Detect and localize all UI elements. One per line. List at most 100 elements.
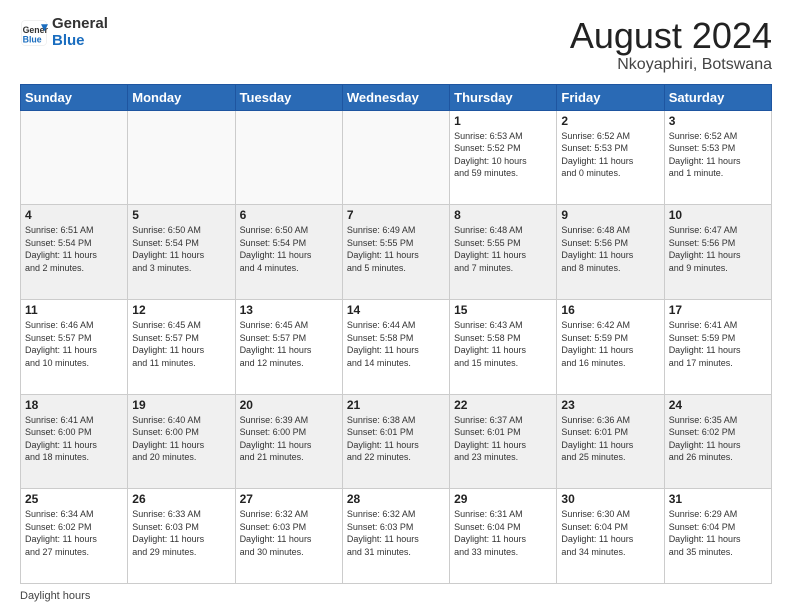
day-info: Sunrise: 6:37 AM Sunset: 6:01 PM Dayligh…: [454, 414, 552, 464]
day-info: Sunrise: 6:39 AM Sunset: 6:00 PM Dayligh…: [240, 414, 338, 464]
calendar-cell: 9 Sunrise: 6:48 AM Sunset: 5:56 PM Daylig…: [557, 205, 664, 300]
day-info: Sunrise: 6:51 AM Sunset: 5:54 PM Dayligh…: [25, 224, 123, 274]
calendar-cell: 5 Sunrise: 6:50 AM Sunset: 5:54 PM Daylig…: [128, 205, 235, 300]
calendar-cell: [342, 110, 449, 205]
day-number: 2: [561, 114, 659, 128]
day-number: 3: [669, 114, 767, 128]
logo-blue: Blue: [52, 33, 108, 50]
day-info: Sunrise: 6:52 AM Sunset: 5:53 PM Dayligh…: [561, 130, 659, 180]
subtitle: Nkoyaphiri, Botswana: [570, 56, 772, 74]
day-number: 15: [454, 303, 552, 317]
day-info: Sunrise: 6:41 AM Sunset: 5:59 PM Dayligh…: [669, 319, 767, 369]
calendar-cell: 28Sunrise: 6:32 AM Sunset: 6:03 PM Dayli…: [342, 489, 449, 584]
calendar-cell: 23Sunrise: 6:36 AM Sunset: 6:01 PM Dayli…: [557, 394, 664, 489]
day-number: 11: [25, 303, 123, 317]
day-info: Sunrise: 6:45 AM Sunset: 5:57 PM Dayligh…: [240, 319, 338, 369]
weekday-header-friday: Friday: [557, 84, 664, 110]
day-info: Sunrise: 6:29 AM Sunset: 6:04 PM Dayligh…: [669, 508, 767, 558]
calendar-cell: 1 Sunrise: 6:53 AM Sunset: 5:52 PM Daylig…: [450, 110, 557, 205]
calendar-cell: 15Sunrise: 6:43 AM Sunset: 5:58 PM Dayli…: [450, 299, 557, 394]
day-info: Sunrise: 6:41 AM Sunset: 6:00 PM Dayligh…: [25, 414, 123, 464]
calendar-cell: 10 Sunrise: 6:47 AM Sunset: 5:56 PM Dayli…: [664, 205, 771, 300]
day-number: 25: [25, 492, 123, 506]
calendar-cell: 29 Sunrise: 6:31 AM Sunset: 6:04 PM Dayli…: [450, 489, 557, 584]
calendar-cell: 27 Sunrise: 6:32 AM Sunset: 6:03 PM Dayli…: [235, 489, 342, 584]
main-title: August 2024: [570, 16, 772, 56]
day-info: Sunrise: 6:50 AM Sunset: 5:54 PM Dayligh…: [132, 224, 230, 274]
day-number: 9: [561, 208, 659, 222]
weekday-header-sunday: Sunday: [21, 84, 128, 110]
day-info: Sunrise: 6:35 AM Sunset: 6:02 PM Dayligh…: [669, 414, 767, 464]
day-info: Sunrise: 6:47 AM Sunset: 5:56 PM Dayligh…: [669, 224, 767, 274]
day-number: 19: [132, 398, 230, 412]
logo: General Blue General Blue: [20, 16, 108, 49]
calendar-cell: 22 Sunrise: 6:37 AM Sunset: 6:01 PM Dayli…: [450, 394, 557, 489]
day-number: 8: [454, 208, 552, 222]
day-info: Sunrise: 6:45 AM Sunset: 5:57 PM Dayligh…: [132, 319, 230, 369]
day-number: 31: [669, 492, 767, 506]
day-number: 16: [561, 303, 659, 317]
day-number: 4: [25, 208, 123, 222]
day-info: Sunrise: 6:50 AM Sunset: 5:54 PM Dayligh…: [240, 224, 338, 274]
day-number: 29: [454, 492, 552, 506]
day-info: Sunrise: 6:33 AM Sunset: 6:03 PM Dayligh…: [132, 508, 230, 558]
day-info: Sunrise: 6:42 AM Sunset: 5:59 PM Dayligh…: [561, 319, 659, 369]
day-info: Sunrise: 6:32 AM Sunset: 6:03 PM Dayligh…: [347, 508, 445, 558]
calendar-cell: 16 Sunrise: 6:42 AM Sunset: 5:59 PM Dayli…: [557, 299, 664, 394]
day-number: 7: [347, 208, 445, 222]
calendar-week-4: 18 Sunrise: 6:41 AM Sunset: 6:00 PM Dayli…: [21, 394, 772, 489]
day-info: Sunrise: 6:48 AM Sunset: 5:55 PM Dayligh…: [454, 224, 552, 274]
day-number: 6: [240, 208, 338, 222]
svg-text:Blue: Blue: [23, 34, 42, 44]
weekday-header-saturday: Saturday: [664, 84, 771, 110]
day-number: 27: [240, 492, 338, 506]
day-number: 10: [669, 208, 767, 222]
day-number: 22: [454, 398, 552, 412]
day-number: 20: [240, 398, 338, 412]
logo-icon: General Blue: [20, 19, 48, 47]
day-info: Sunrise: 6:32 AM Sunset: 6:03 PM Dayligh…: [240, 508, 338, 558]
day-number: 5: [132, 208, 230, 222]
footer: Daylight hours: [20, 590, 772, 602]
calendar-table: SundayMondayTuesdayWednesdayThursdayFrid…: [20, 84, 772, 584]
day-number: 24: [669, 398, 767, 412]
weekday-header-tuesday: Tuesday: [235, 84, 342, 110]
calendar-cell: 18 Sunrise: 6:41 AM Sunset: 6:00 PM Dayli…: [21, 394, 128, 489]
calendar-week-2: 4 Sunrise: 6:51 AM Sunset: 5:54 PM Daylig…: [21, 205, 772, 300]
calendar-week-3: 11Sunrise: 6:46 AM Sunset: 5:57 PM Dayli…: [21, 299, 772, 394]
calendar-cell: 8 Sunrise: 6:48 AM Sunset: 5:55 PM Daylig…: [450, 205, 557, 300]
day-info: Sunrise: 6:40 AM Sunset: 6:00 PM Dayligh…: [132, 414, 230, 464]
day-number: 17: [669, 303, 767, 317]
calendar-cell: 31 Sunrise: 6:29 AM Sunset: 6:04 PM Dayli…: [664, 489, 771, 584]
calendar-cell: 25 Sunrise: 6:34 AM Sunset: 6:02 PM Dayli…: [21, 489, 128, 584]
calendar-week-1: 1 Sunrise: 6:53 AM Sunset: 5:52 PM Daylig…: [21, 110, 772, 205]
day-info: Sunrise: 6:49 AM Sunset: 5:55 PM Dayligh…: [347, 224, 445, 274]
calendar-cell: [21, 110, 128, 205]
calendar-cell: 14Sunrise: 6:44 AM Sunset: 5:58 PM Dayli…: [342, 299, 449, 394]
calendar-cell: 11Sunrise: 6:46 AM Sunset: 5:57 PM Dayli…: [21, 299, 128, 394]
day-number: 18: [25, 398, 123, 412]
calendar-cell: 13Sunrise: 6:45 AM Sunset: 5:57 PM Dayli…: [235, 299, 342, 394]
page: General Blue General Blue August 2024 Nk…: [0, 0, 792, 612]
calendar-cell: 21Sunrise: 6:38 AM Sunset: 6:01 PM Dayli…: [342, 394, 449, 489]
day-info: Sunrise: 6:48 AM Sunset: 5:56 PM Dayligh…: [561, 224, 659, 274]
calendar-cell: 20 Sunrise: 6:39 AM Sunset: 6:00 PM Dayli…: [235, 394, 342, 489]
day-info: Sunrise: 6:36 AM Sunset: 6:01 PM Dayligh…: [561, 414, 659, 464]
day-number: 1: [454, 114, 552, 128]
calendar-cell: 7 Sunrise: 6:49 AM Sunset: 5:55 PM Daylig…: [342, 205, 449, 300]
day-number: 30: [561, 492, 659, 506]
calendar-cell: 3Sunrise: 6:52 AM Sunset: 5:53 PM Daylig…: [664, 110, 771, 205]
calendar-week-5: 25 Sunrise: 6:34 AM Sunset: 6:02 PM Dayli…: [21, 489, 772, 584]
day-info: Sunrise: 6:31 AM Sunset: 6:04 PM Dayligh…: [454, 508, 552, 558]
weekday-header-wednesday: Wednesday: [342, 84, 449, 110]
calendar-cell: 4 Sunrise: 6:51 AM Sunset: 5:54 PM Daylig…: [21, 205, 128, 300]
calendar-cell: [235, 110, 342, 205]
day-info: Sunrise: 6:53 AM Sunset: 5:52 PM Dayligh…: [454, 130, 552, 180]
day-number: 14: [347, 303, 445, 317]
logo-general: General: [52, 16, 108, 33]
day-info: Sunrise: 6:34 AM Sunset: 6:02 PM Dayligh…: [25, 508, 123, 558]
calendar-cell: 19 Sunrise: 6:40 AM Sunset: 6:00 PM Dayli…: [128, 394, 235, 489]
calendar-cell: 2 Sunrise: 6:52 AM Sunset: 5:53 PM Daylig…: [557, 110, 664, 205]
daylight-label: Daylight hours: [20, 590, 90, 602]
header: General Blue General Blue August 2024 Nk…: [20, 16, 772, 74]
